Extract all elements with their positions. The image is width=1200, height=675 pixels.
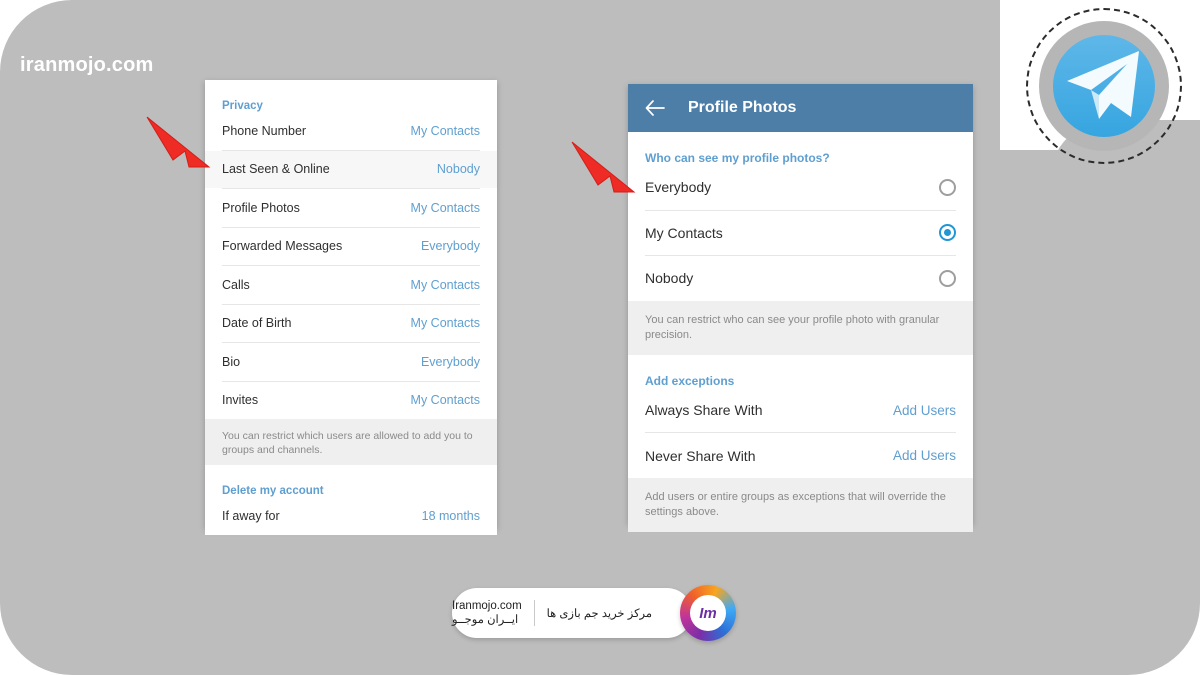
privacy-settings-panel: Privacy Phone Number My Contacts Last Se… [205,80,497,535]
red-arrow-pointing-last-seen [145,115,240,190]
row-bio[interactable]: Bio Everybody [205,343,497,381]
profile-photo-info-text: You can restrict who can see your profil… [628,300,973,355]
row-value: Everybody [420,354,480,369]
row-always-share-with[interactable]: Always Share With Add Users [628,387,973,433]
row-value: My Contacts [410,200,480,215]
section-header-delete-my-account[interactable]: Delete my account [205,465,497,497]
add-users-link[interactable]: Add Users [893,448,956,463]
badge-pill: مرکز خرید جم بازی ها Iranmojo.com ایــرا… [452,588,692,638]
red-arrow-pointing-everybody [570,140,665,215]
option-my-contacts[interactable]: My Contacts [628,210,973,255]
section-header-who-can-see: Who can see my profile photos? [645,151,830,165]
row-label: Never Share With [645,447,756,464]
row-value: My Contacts [410,393,480,408]
badge-separator [533,600,535,626]
row-last-seen-and-online[interactable]: Last Seen & Online Nobody [205,150,497,188]
row-profile-photos[interactable]: Profile Photos My Contacts [205,189,497,227]
radio-button-nobody[interactable] [939,269,956,287]
row-label: Profile Photos [222,200,300,215]
row-date-of-birth[interactable]: Date of Birth My Contacts [205,304,497,342]
radio-button-everybody[interactable] [939,178,956,196]
bottom-brand-badge: مرکز خرید جم بازی ها Iranmojo.com ایــرا… [452,585,752,641]
radio-button-my-contacts[interactable] [939,224,956,242]
app-bar: Profile Photos [628,84,973,132]
canvas-top-right-fill2 [1000,150,1200,270]
telegram-paper-plane-icon [1053,35,1155,137]
watermark-text: iranmojo.com [20,54,154,76]
row-calls[interactable]: Calls My Contacts [205,266,497,304]
row-value: Nobody [436,162,480,177]
row-forwarded-messages[interactable]: Forwarded Messages Everybody [205,227,497,265]
row-label: Date of Birth [222,316,292,331]
row-never-share-with[interactable]: Never Share With Add Users [628,433,973,478]
option-label: Nobody [645,270,694,287]
profile-photos-panel: Profile Photos Who can see my profile ph… [628,84,973,533]
page-title: Profile Photos [688,99,797,116]
row-label: Invites [222,393,259,408]
option-everybody[interactable]: Everybody [628,165,973,210]
badge-brand-block: Iranmojo.com ایــران موجــو [452,599,522,628]
row-label: Bio [222,354,241,369]
row-value: My Contacts [410,277,480,292]
row-value: My Contacts [410,316,480,331]
row-invites[interactable]: Invites My Contacts [205,381,497,419]
section-header-privacy: Privacy [222,100,263,112]
row-if-away-for[interactable]: If away for 18 months [205,497,497,535]
screenshot-root: iranmojo.com Privacy Phone Number My Con… [0,0,1200,675]
iranmojo-logo-text: Im [690,595,726,631]
row-label: If away for [222,508,280,523]
add-users-link[interactable]: Add Users [893,403,956,418]
badge-persian-tagline: مرکز خرید جم بازی ها [546,608,653,620]
badge-brand-en: Iranmojo.com [452,599,522,612]
back-arrow-icon[interactable] [642,95,668,121]
badge-brand-fa: ایــران موجــو [452,614,519,626]
iranmojo-logo: Im [680,585,736,641]
privacy-info-text: You can restrict which users are allowed… [205,419,497,465]
row-value: 18 months [421,508,480,523]
row-label: Forwarded Messages [222,239,343,254]
option-nobody[interactable]: Nobody [628,256,973,301]
telegram-logo [1026,8,1186,168]
option-label: My Contacts [645,224,723,241]
section-header-add-exceptions: Add exceptions [645,373,735,388]
row-label: Always Share With [645,402,763,419]
row-phone-number[interactable]: Phone Number My Contacts [205,112,497,150]
row-value: Everybody [420,239,480,254]
exceptions-info-text: Add users or entire groups as exceptions… [628,477,973,533]
row-label: Calls [222,277,250,292]
row-value: My Contacts [410,123,480,138]
